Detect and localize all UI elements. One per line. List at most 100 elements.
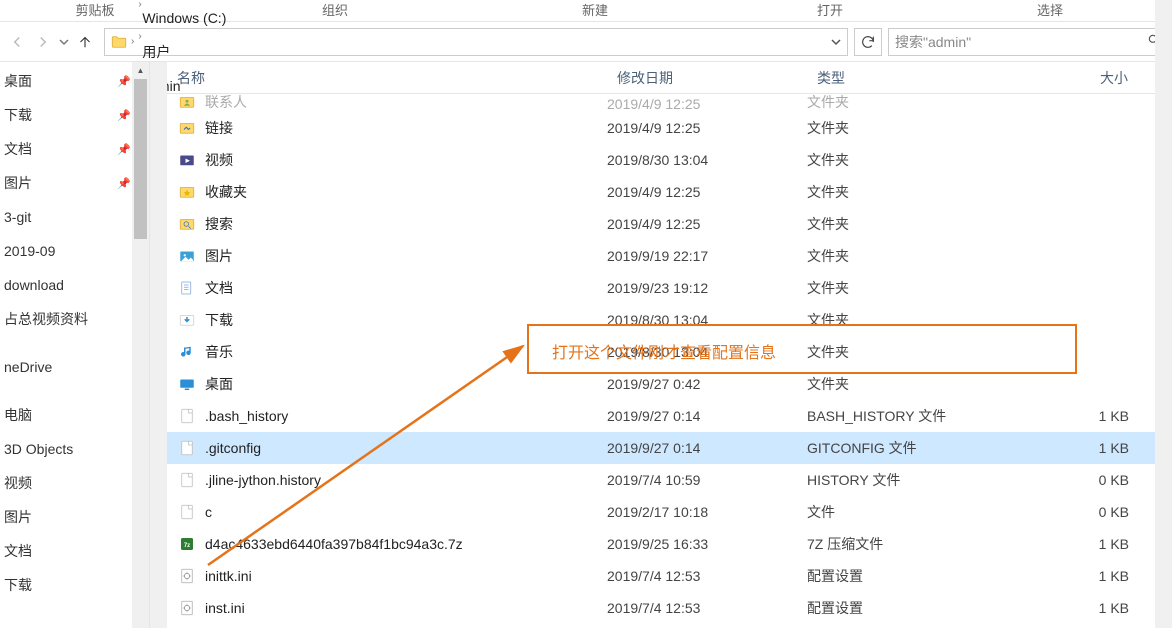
scroll-up-button[interactable]: ▲ — [132, 62, 149, 79]
search-placeholder: 搜索"admin" — [895, 32, 971, 52]
nav-item-label: 2019-09 — [4, 243, 55, 259]
file-name: 图片 — [205, 246, 233, 266]
nav-item-label: 3D Objects — [4, 441, 73, 457]
column-header-size[interactable]: 大小 — [1037, 62, 1147, 93]
nav-item-label: 视频 — [4, 473, 32, 493]
file-row[interactable]: 桌面2019/9/27 0:42文件夹 — [167, 368, 1172, 400]
file-size: 1 KB — [1037, 536, 1147, 552]
nav-item-label: download — [4, 277, 64, 293]
folder-video-icon — [177, 150, 197, 170]
folder-icon — [109, 32, 129, 52]
ribbon-label-organize: 组织 — [190, 0, 480, 21]
breadcrumb-item[interactable]: 用户 — [136, 42, 232, 62]
pin-icon: 📌 — [117, 109, 131, 122]
nav-up-button[interactable] — [72, 29, 98, 55]
file-name: 链接 — [205, 118, 233, 138]
file-name: 下载 — [205, 310, 233, 330]
pin-icon: 📌 — [117, 177, 131, 190]
file-name: 桌面 — [205, 374, 233, 394]
nav-item-label: 占总视频资料 — [4, 309, 88, 329]
nav-scrollbar[interactable] — [132, 79, 149, 628]
file-size: 1 KB — [1037, 408, 1147, 424]
ini-icon — [177, 566, 197, 586]
file-row[interactable]: 链接2019/4/9 12:25文件夹 — [167, 112, 1172, 144]
nav-tree-item[interactable]: neDrive — [2, 350, 131, 384]
file-date: 2019/8/30 13:04 — [607, 344, 807, 360]
nav-tree-item[interactable]: 图片📌 — [2, 166, 131, 200]
file-row[interactable]: .gitconfig2019/9/27 0:14GITCONFIG 文件1 KB — [167, 432, 1172, 464]
nav-tree-item[interactable]: 3-git — [2, 200, 131, 234]
breadcrumb-dropdown[interactable] — [825, 34, 847, 50]
nav-item-label: 电脑 — [4, 405, 32, 425]
file-type: 文件夹 — [807, 278, 1037, 298]
chevron-right-icon[interactable]: › — [136, 0, 143, 10]
file-name: 联系人 — [205, 94, 247, 112]
file-date: 2019/4/9 12:25 — [607, 120, 807, 136]
nav-tree-item[interactable]: 桌面📌 — [2, 64, 131, 98]
file-row[interactable]: inittk.ini2019/7/4 12:53配置设置1 KB — [167, 560, 1172, 592]
file-row[interactable]: 7zd4ac4633ebd6440fa397b84f1bc94a3c.7z201… — [167, 528, 1172, 560]
ini-icon — [177, 598, 197, 618]
folder-music-icon — [177, 342, 197, 362]
file-row[interactable]: 下载2019/8/30 13:04文件夹 — [167, 304, 1172, 336]
nav-tree-item[interactable]: 文档📌 — [2, 132, 131, 166]
column-header-row: 名称 修改日期 类型 大小 — [167, 62, 1172, 94]
column-header-date[interactable]: 修改日期 — [607, 62, 807, 93]
nav-tree-item[interactable]: download — [2, 268, 131, 302]
file-row[interactable]: 图片2019/9/19 22:17文件夹 — [167, 240, 1172, 272]
file-type: 文件夹 — [807, 342, 1037, 362]
nav-tree-item[interactable]: 3D Objects — [2, 432, 131, 466]
nav-scrollbar-thumb[interactable] — [134, 79, 147, 239]
file-name: c — [205, 504, 212, 520]
breadcrumb[interactable]: › 此电脑›Windows (C:)›用户›admin› — [104, 28, 848, 56]
file-row[interactable]: 文档2019/9/23 19:12文件夹 — [167, 272, 1172, 304]
column-header-type[interactable]: 类型 — [807, 62, 1037, 93]
folder-pic-icon — [177, 246, 197, 266]
nav-recent-dropdown[interactable] — [56, 29, 72, 55]
nav-item-label: 文档 — [4, 139, 32, 159]
file-date: 2019/7/4 12:53 — [607, 568, 807, 584]
folder-link-icon — [177, 118, 197, 138]
nav-item-label: 3-git — [4, 209, 31, 225]
file-type: 文件夹 — [807, 246, 1037, 266]
file-size: 1 KB — [1037, 568, 1147, 584]
nav-tree-item[interactable]: 视频 — [2, 466, 131, 500]
file-row[interactable]: inst.ini2019/7/4 12:53配置设置1 KB — [167, 592, 1172, 624]
file-date: 2019/9/27 0:42 — [607, 376, 807, 392]
nav-tree-item[interactable]: 文档 — [2, 534, 131, 568]
file-row[interactable]: 音乐2019/8/30 13:04文件夹 — [167, 336, 1172, 368]
file-date: 2019/9/27 0:14 — [607, 440, 807, 456]
pin-icon: 📌 — [117, 75, 131, 88]
file-name: 文档 — [205, 278, 233, 298]
navigation-pane[interactable]: ▲ 桌面📌下载📌文档📌图片📌3-git2019-09download占总视频资料… — [0, 62, 150, 628]
nav-tree-item[interactable]: 下载📌 — [2, 98, 131, 132]
nav-tree-item[interactable]: 2019-09 — [2, 234, 131, 268]
nav-tree-item[interactable]: 下载 — [2, 568, 131, 602]
file-row[interactable]: 搜索2019/4/9 12:25文件夹 — [167, 208, 1172, 240]
nav-tree-item[interactable]: 占总视频资料 — [2, 302, 131, 336]
folder-contacts-icon — [177, 94, 197, 112]
file-date: 2019/4/9 12:25 — [607, 216, 807, 232]
file-row[interactable]: 视频2019/8/30 13:04文件夹 — [167, 144, 1172, 176]
file-type: 配置设置 — [807, 566, 1037, 586]
refresh-button[interactable] — [854, 28, 882, 56]
nav-tree-item[interactable]: 图片 — [2, 500, 131, 534]
file-date: 2019/7/4 10:59 — [607, 472, 807, 488]
file-type: 文件夹 — [807, 94, 1037, 112]
file-row[interactable]: .jline-jython.history2019/7/4 10:59HISTO… — [167, 464, 1172, 496]
file-row[interactable]: c2019/2/17 10:18文件0 KB — [167, 496, 1172, 528]
chevron-right-icon[interactable]: › — [136, 31, 143, 42]
search-input[interactable]: 搜索"admin" — [888, 28, 1168, 56]
file-date: 2019/4/9 12:25 — [607, 184, 807, 200]
folder-doc-icon — [177, 278, 197, 298]
nav-item-label: 文档 — [4, 541, 32, 561]
breadcrumb-item[interactable]: Windows (C:) — [136, 10, 232, 26]
file-row[interactable]: 收藏夹2019/4/9 12:25文件夹 — [167, 176, 1172, 208]
file-row[interactable]: 联系人2019/4/9 12:25文件夹 — [167, 94, 1172, 112]
chevron-right-icon[interactable]: › — [129, 36, 136, 47]
nav-tree-item[interactable]: 电脑 — [2, 398, 131, 432]
column-header-name[interactable]: 名称 — [167, 62, 607, 93]
outer-scrollbar[interactable] — [1155, 0, 1172, 628]
file-name: 收藏夹 — [205, 182, 247, 202]
file-row[interactable]: .bash_history2019/9/27 0:14BASH_HISTORY … — [167, 400, 1172, 432]
